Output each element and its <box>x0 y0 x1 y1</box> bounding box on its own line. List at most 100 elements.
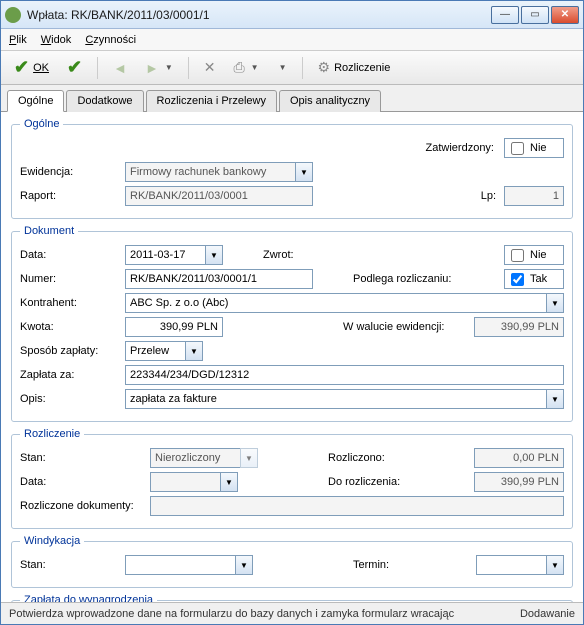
status-right: Dodawanie <box>520 608 575 620</box>
zwrot-checkbox[interactable]: Nie <box>504 245 564 265</box>
chevron-down-icon: ▼ <box>279 63 287 72</box>
zatwierdzony-checkbox[interactable]: Nie <box>504 138 564 158</box>
kontrahent-input[interactable] <box>125 293 546 313</box>
nav-back-button[interactable]: ◄ <box>106 55 134 81</box>
maximize-button[interactable]: ▭ <box>521 6 549 24</box>
tools-button[interactable]: ✕ <box>197 55 223 81</box>
wwalucie-label: W walucie ewidencji: <box>343 321 444 333</box>
nav-forward-button[interactable]: ►▼ <box>138 55 180 81</box>
chevron-down-icon[interactable]: ▼ <box>546 293 564 313</box>
podlega-check-input[interactable] <box>511 273 524 286</box>
kwota-input[interactable] <box>125 317 223 337</box>
fieldset-rozliczenie: Rozliczenie Stan: ▼ Rozliczono: Data: ▼ … <box>11 428 573 529</box>
wind-stan-label: Stan: <box>20 559 125 571</box>
zwrot-check-input[interactable] <box>511 249 524 262</box>
wwalucie-input <box>474 317 564 337</box>
toolbar-separator <box>188 57 189 79</box>
stan-label: Stan: <box>20 452 150 464</box>
stan-combo[interactable]: ▼ <box>150 448 258 468</box>
chevron-down-icon[interactable]: ▼ <box>205 245 223 265</box>
rozl-data-combo[interactable]: ▼ <box>150 472 238 492</box>
titlebar[interactable]: Wpłata: RK/BANK/2011/03/0001/1 — ▭ ✕ <box>1 1 583 29</box>
ok-button[interactable]: ✔OK <box>7 55 56 81</box>
sposob-label: Sposób zapłaty: <box>20 345 125 357</box>
ok-apply-button[interactable]: ✔ <box>60 55 89 81</box>
lp-label: Lp: <box>481 190 496 202</box>
wind-stan-input[interactable] <box>125 555 235 575</box>
rozliczono-label: Rozliczono: <box>328 452 385 464</box>
opis-input[interactable] <box>125 389 546 409</box>
chevron-down-icon[interactable]: ▼ <box>295 162 313 182</box>
tab-ogolne[interactable]: Ogólne <box>7 90 64 112</box>
chevron-down-icon[interactable]: ▼ <box>546 555 564 575</box>
kontrahent-label: Kontrahent: <box>20 297 125 309</box>
zaplata-za-label: Zapłata za: <box>20 369 125 381</box>
print-button[interactable]: ⎙▼ <box>226 55 265 81</box>
menu-file[interactable]: Plik <box>9 34 27 46</box>
rozl-dok-input <box>150 496 564 516</box>
sposob-input[interactable] <box>125 341 185 361</box>
ewidencja-combo[interactable]: ▼ <box>125 162 313 182</box>
zaplata-za-input[interactable] <box>125 365 564 385</box>
content-area: Ogólne Zatwierdzony: Nie Ewidencja: ▼ Ra… <box>1 112 583 602</box>
printer-icon: ⎙ <box>233 59 244 76</box>
menu-actions[interactable]: Czynności <box>85 34 136 46</box>
opis-combo[interactable]: ▼ <box>125 389 564 409</box>
wind-stan-combo[interactable]: ▼ <box>125 555 253 575</box>
ewidencja-input[interactable] <box>125 162 295 182</box>
status-left: Potwierdza wprowadzone dane na formularz… <box>9 608 454 620</box>
zatwierdzony-check-input[interactable] <box>511 142 524 155</box>
data-combo[interactable]: ▼ <box>125 245 223 265</box>
chevron-down-icon[interactable]: ▼ <box>185 341 203 361</box>
zatwierdzony-label: Zatwierdzony: <box>426 142 494 154</box>
legend-zaplata: Zapłata do wynagrodzenia <box>20 594 157 602</box>
tab-dodatkowe[interactable]: Dodatkowe <box>66 90 143 112</box>
more-button[interactable]: ▼ <box>270 55 294 81</box>
tab-rozliczenia[interactable]: Rozliczenia i Przelewy <box>146 90 277 112</box>
lp-input[interactable] <box>504 186 564 206</box>
close-button[interactable]: ✕ <box>551 6 579 24</box>
app-window: Wpłata: RK/BANK/2011/03/0001/1 — ▭ ✕ Pli… <box>0 0 584 625</box>
data-label: Data: <box>20 476 150 488</box>
data-label: Data: <box>20 249 125 261</box>
termin-label: Termin: <box>353 559 389 571</box>
termin-combo[interactable]: ▼ <box>476 555 564 575</box>
fieldset-dokument: Dokument Data: ▼ Zwrot: Nie Numer: Podle… <box>11 225 573 422</box>
podlega-checkbox[interactable]: Tak <box>504 269 564 289</box>
do-rozl-input <box>474 472 564 492</box>
sposob-combo[interactable]: ▼ <box>125 341 203 361</box>
chevron-down-icon[interactable]: ▼ <box>220 472 238 492</box>
data-input[interactable] <box>125 245 205 265</box>
toolbar-separator <box>302 57 303 79</box>
rozliczono-input <box>474 448 564 468</box>
menu-view[interactable]: Widok <box>41 34 72 46</box>
termin-input[interactable] <box>476 555 546 575</box>
check-icon: ✔ <box>67 57 82 78</box>
fieldset-ogolne: Ogólne Zatwierdzony: Nie Ewidencja: ▼ Ra… <box>11 118 573 219</box>
check-icon: ✔ <box>14 57 29 78</box>
rozl-dok-label: Rozliczone dokumenty: <box>20 500 150 512</box>
tabstrip: Ogólne Dodatkowe Rozliczenia i Przelewy … <box>1 85 583 112</box>
tab-opis[interactable]: Opis analityczny <box>279 90 381 112</box>
minimize-button[interactable]: — <box>491 6 519 24</box>
rozliczenie-button[interactable]: ⚙Rozliczenie <box>311 55 398 81</box>
numer-label: Numer: <box>20 273 125 285</box>
chevron-down-icon[interactable]: ▼ <box>235 555 253 575</box>
window-title: Wpłata: RK/BANK/2011/03/0001/1 <box>27 8 491 22</box>
kontrahent-combo[interactable]: ▼ <box>125 293 564 313</box>
stan-input <box>150 448 240 468</box>
tools-icon: ✕ <box>204 59 216 76</box>
rozl-data-input <box>150 472 220 492</box>
chevron-down-icon[interactable]: ▼ <box>546 389 564 409</box>
chevron-down-icon: ▼ <box>240 448 258 468</box>
fieldset-windykacja: Windykacja Stan: ▼ Termin: ▼ <box>11 535 573 588</box>
opis-label: Opis: <box>20 393 125 405</box>
chevron-down-icon: ▼ <box>251 63 259 72</box>
fieldset-zaplata: Zapłata do wynagrodzenia Tytuł wypłaty: … <box>11 594 573 602</box>
numer-input[interactable] <box>125 269 313 289</box>
zwrot-label: Zwrot: <box>263 249 383 261</box>
statusbar: Potwierdza wprowadzone dane na formularz… <box>1 602 583 624</box>
ewidencja-label: Ewidencja: <box>20 166 125 178</box>
raport-input[interactable] <box>125 186 313 206</box>
arrow-left-icon: ◄ <box>113 60 127 76</box>
